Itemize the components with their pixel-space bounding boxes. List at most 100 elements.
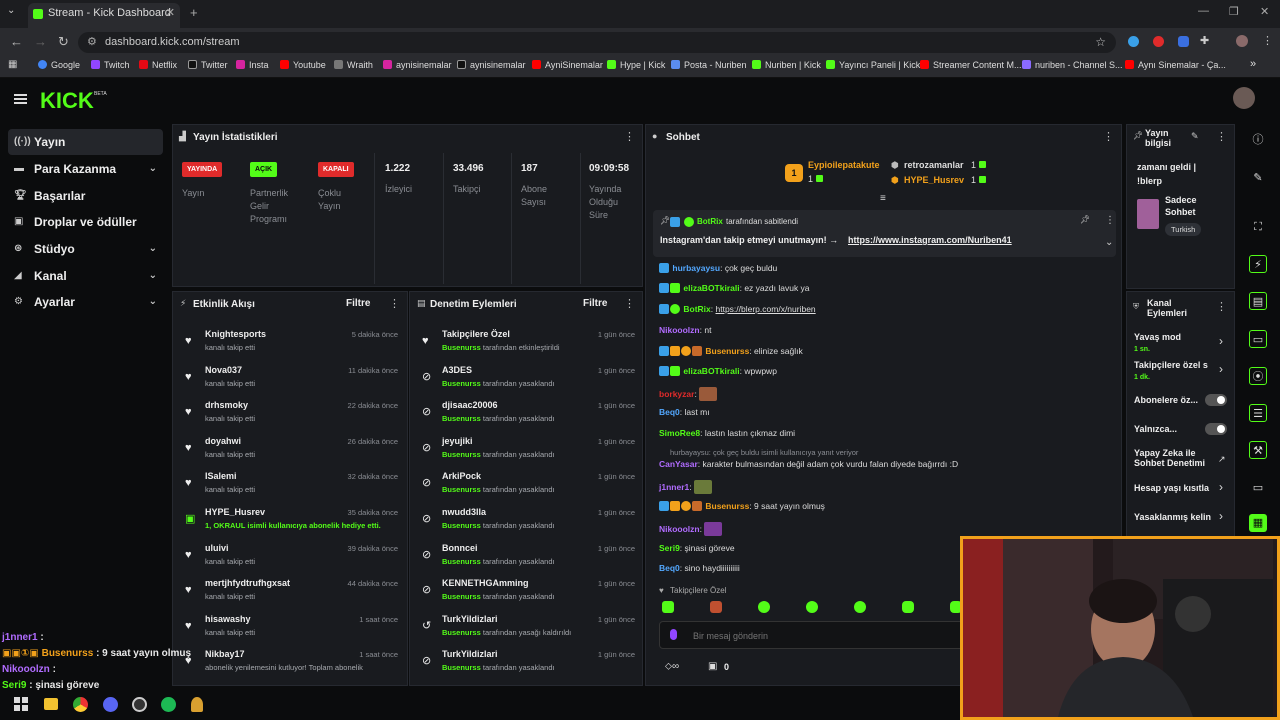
leader-name[interactable]: retrozamanlar (904, 160, 964, 170)
activity-item[interactable]: ♥ Nikbay17 abonelik yenilemesini kutluyor!… (183, 649, 398, 683)
edit-icon[interactable]: ✎ (1249, 169, 1267, 187)
chat-message[interactable]: BotRix: https://blerp.com/x/nuriben (659, 304, 816, 314)
chevron-right-icon[interactable]: › (1219, 362, 1223, 376)
extension-icon-3[interactable] (1178, 36, 1189, 47)
language-tag[interactable]: Turkish (1165, 223, 1202, 236)
windows-start-icon[interactable] (14, 697, 28, 711)
chevron-right-icon[interactable]: › (1219, 334, 1223, 348)
bookmark-nuriben-kick[interactable]: Nuriben | Kick (752, 60, 821, 70)
only-toggle[interactable] (1205, 423, 1227, 435)
chevron-right-icon[interactable]: › (1219, 509, 1223, 523)
moderation-item[interactable]: ↺ TurkYildizlari Busenurss tarafından yasa… (420, 614, 635, 648)
more-options-icon[interactable]: ⋮ (389, 297, 400, 310)
bookmark-posta[interactable]: Posta - Nuriben (671, 60, 747, 70)
collapse-leaderboard-icon[interactable]: ≡ (880, 193, 886, 204)
chat-username[interactable]: Beq0 (659, 563, 680, 573)
lightning-icon[interactable]: ⚡︎ (1249, 255, 1267, 273)
bookmark-nuriben-channel[interactable]: nuriben - Channel S... (1022, 60, 1123, 70)
activity-item[interactable]: ♥ hisawashy kanalı takip etti 1 saat önce (183, 614, 398, 648)
activity-item[interactable]: ♥ doyahwi kanalı takip etti 26 dakika önce (183, 436, 398, 470)
sidebar-item-yayin[interactable]: ((·)) Yayın (8, 129, 163, 155)
stack-icon[interactable]: ☰ (1249, 404, 1267, 422)
sidebar-item-ayarlar[interactable]: ⚙ Ayarlar ⌄ (8, 289, 163, 315)
filter-button[interactable]: Filtre (346, 298, 370, 309)
chat-message[interactable]: j1nner1: (659, 480, 712, 494)
chat-username[interactable]: SimoRee8 (659, 428, 700, 438)
info-icon[interactable]: ⓘ (1249, 131, 1267, 149)
chat-message[interactable]: Busenurss: 9 saat yayın olmuş (659, 501, 825, 511)
leader-name[interactable]: HYPE_Husrev (904, 175, 964, 185)
apps-grid-icon[interactable]: ▦ (8, 59, 17, 70)
chat-username[interactable]: elizaBOTkirali (683, 366, 739, 376)
sidebar-item-kanal[interactable]: ◢ Kanal ⌄ (8, 263, 163, 289)
chat-username[interactable]: Busenurss (705, 501, 749, 511)
bookmark-twitch[interactable]: Twitch (91, 60, 130, 70)
forward-icon[interactable]: → (34, 34, 47, 49)
moderation-item[interactable]: ⊘ djisaac20006 Busenurss tarafından yasakl… (420, 400, 635, 434)
close-window-icon[interactable]: ✕ (1260, 5, 1269, 18)
chat-username[interactable]: Seri9 (659, 543, 680, 553)
action-account-age[interactable]: Hesap yaşı kısıtla (1134, 483, 1224, 494)
chat-username[interactable]: CanYasar (659, 459, 698, 469)
action-ai-moderation[interactable]: Yapay Zeka ile Sohbet Denetimi (1134, 448, 1214, 468)
chat-message[interactable]: borkyzar: (659, 387, 718, 401)
chat-icon[interactable]: ▭ (1249, 330, 1267, 348)
action-slow-mode[interactable]: Yavaş mod 1 sn. (1134, 332, 1224, 355)
profile-icon[interactable] (1236, 35, 1248, 47)
chat-message[interactable]: hurbayaysu: çok geç buldu (659, 263, 777, 273)
sidebar-item-para-kazanma[interactable]: ▬ Para Kazanma ⌄ (8, 156, 163, 182)
pinned-link[interactable]: https://www.instagram.com/Nuriben41 (848, 235, 1012, 245)
bookmark-youtube[interactable]: Youtube (280, 60, 326, 70)
reload-icon[interactable]: ↻ (58, 34, 69, 50)
moderation-item[interactable]: ⊘ jeyujiki Busenurss tarafından yasaklandı… (420, 436, 635, 470)
back-icon[interactable]: ← (10, 34, 23, 49)
action-only[interactable]: Yalnızca... (1134, 424, 1214, 435)
activity-item[interactable]: ▣ HYPE_Husrev 1, OKRAUL isimli kullanıcıya… (183, 507, 398, 541)
more-options-icon[interactable]: ⋮ (1105, 215, 1115, 226)
terminal-icon[interactable]: ▭ (1249, 479, 1267, 497)
chevron-right-icon[interactable]: › (1219, 480, 1223, 494)
chrome-icon[interactable] (73, 697, 88, 712)
chat-message[interactable]: Seri9: şinasi göreve (659, 543, 735, 553)
more-options-icon[interactable]: ⋮ (1103, 130, 1114, 143)
edit-icon[interactable]: ✎ (1191, 131, 1199, 142)
chevron-down-icon[interactable]: ⌄ (1105, 237, 1113, 248)
points-icon[interactable]: ⬦∞ (665, 661, 679, 672)
extensions-puzzle-icon[interactable]: ✚ (1200, 34, 1209, 47)
leader-name[interactable]: Eypioilepatakute (808, 160, 880, 170)
obs-icon[interactable] (132, 697, 147, 712)
bookmark-insta[interactable]: Insta (236, 60, 269, 70)
unpin-icon[interactable]: 📌︎ (1080, 215, 1090, 224)
spotify-icon[interactable] (161, 697, 176, 712)
subscribers-only-toggle[interactable] (1205, 394, 1227, 406)
moderation-item[interactable]: ⊘ Bonncei Busenurss tarafından yasaklandı 1… (420, 543, 635, 577)
moderation-item[interactable]: ⊘ nwudd3lla Busenurss tarafından yasakland… (420, 507, 635, 541)
expand-icon[interactable]: ⛶ (1249, 218, 1267, 236)
bookmark-twitter[interactable]: Twitter (188, 60, 228, 70)
emote-icon[interactable] (806, 601, 818, 613)
chat-username[interactable]: hurbayaysu (672, 263, 720, 273)
close-tab-icon[interactable]: ✕ (166, 3, 175, 24)
chat-message[interactable]: Nikooolzn: (659, 522, 723, 536)
discord-icon[interactable] (103, 697, 118, 712)
moderation-item[interactable]: ⊘ TurkYildizlari Busenurss tarafından yasa… (420, 649, 635, 683)
wrench-icon[interactable]: ⚒ (1249, 441, 1267, 459)
moderation-item[interactable]: ⊘ ArkiPock Busenurss tarafından yasaklandı… (420, 471, 635, 505)
emote-icon[interactable] (662, 601, 674, 613)
bookmark-wraith[interactable]: Wraith (334, 60, 373, 70)
bookmark-ayni-sinemalar[interactable]: Aynı Sinemalar - Ça... (1125, 60, 1226, 70)
action-banned-words[interactable]: Yasaklanmış kelin (1134, 512, 1222, 523)
chat-username[interactable]: Nikooolzn (659, 524, 700, 534)
browser-tab[interactable]: Stream - Kick Dashboard ✕ (28, 3, 180, 28)
bookmark-aynisinemalar-2[interactable]: aynisinemalar (457, 60, 526, 70)
external-link-icon[interactable]: ↗ (1218, 454, 1226, 465)
chat-message[interactable]: elizaBOTkirali: ez yazdı lavuk ya (659, 283, 810, 293)
tab-list-icon[interactable]: ⌄ (7, 5, 15, 16)
sidebar-item-studyo[interactable]: ⊛ Stüdyo ⌄ (8, 236, 163, 262)
sidebar-item-droplar[interactable]: ▣ Droplar ve ödüller (8, 209, 163, 235)
url-field[interactable]: ⚙ dashboard.kick.com/stream ☆ (78, 32, 1116, 53)
activity-item[interactable]: ♥ drhsmoky kanalı takip etti 22 dakika önce (183, 400, 398, 434)
action-subscribers-only[interactable]: Abonelere öz... (1134, 395, 1214, 406)
chat-message[interactable]: Nikooolzn: nt (659, 325, 711, 335)
moderation-item[interactable]: ⊘ A3DES Busenurss tarafından yasaklandı 1 g… (420, 365, 635, 399)
